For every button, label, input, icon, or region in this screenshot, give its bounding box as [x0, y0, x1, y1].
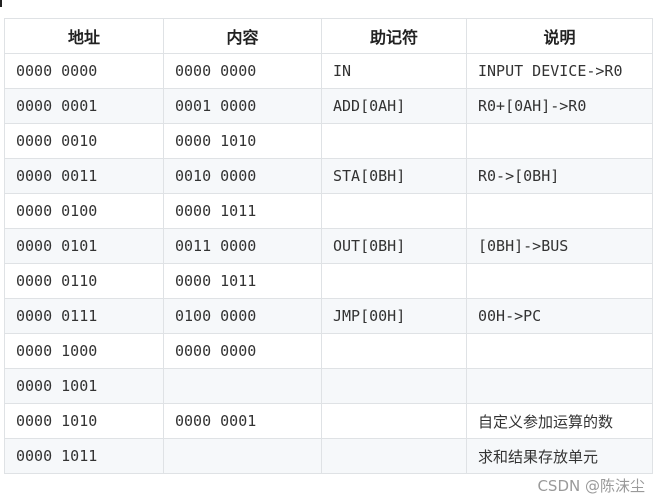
content-cell: 0000 0001	[163, 403, 322, 439]
csdn-watermark: CSDN @陈沫尘	[537, 477, 645, 495]
table-row: 0000 0001 0001 0000 ADD[0AH] R0+[0AH]->R…	[4, 88, 653, 124]
note-cell	[466, 368, 653, 404]
header-address: 地址	[4, 18, 164, 54]
header-note: 说明	[466, 18, 653, 54]
header-mnemonic: 助记符	[321, 18, 467, 54]
mnemonic-cell	[321, 333, 467, 369]
table-row: 0000 0011 0010 0000 STA[0BH] R0->[0BH]	[4, 158, 653, 194]
address-cell: 0000 0011	[4, 158, 164, 194]
address-cell: 0000 1011	[4, 438, 164, 474]
table-row: 0000 0000 0000 0000 IN INPUT DEVICE->R0	[4, 53, 653, 89]
note-cell: R0->[0BH]	[466, 158, 653, 194]
note-cell	[466, 263, 653, 299]
note-cell: INPUT DEVICE->R0	[466, 53, 653, 89]
table-row: 0000 0111 0100 0000 JMP[00H] 00H->PC	[4, 298, 653, 334]
address-cell: 0000 1001	[4, 368, 164, 404]
mnemonic-cell: STA[0BH]	[321, 158, 467, 194]
mnemonic-cell	[321, 368, 467, 404]
note-cell: R0+[0AH]->R0	[466, 88, 653, 124]
content-cell: 0000 1010	[163, 123, 322, 159]
content-cell: 0000 0000	[163, 53, 322, 89]
content-cell: 0011 0000	[163, 228, 322, 264]
table-row: 0000 1011 求和结果存放单元	[4, 438, 653, 474]
content-cell	[163, 368, 322, 404]
note-cell: [0BH]->BUS	[466, 228, 653, 264]
mnemonic-cell: ADD[0AH]	[321, 88, 467, 124]
table-row: 0000 0101 0011 0000 OUT[0BH] [0BH]->BUS	[4, 228, 653, 264]
table-row: 0000 1001	[4, 368, 653, 404]
content-cell: 0000 1011	[163, 263, 322, 299]
content-cell: 0000 0000	[163, 333, 322, 369]
address-cell: 0000 0101	[4, 228, 164, 264]
program-table: 地址 内容 助记符 说明 0000 0000 0000 0000 IN INPU…	[4, 18, 653, 474]
mnemonic-cell: JMP[00H]	[321, 298, 467, 334]
mnemonic-cell: IN	[321, 53, 467, 89]
top-edge-mark	[0, 0, 2, 7]
address-cell: 0000 0010	[4, 123, 164, 159]
header-row: 地址 内容 助记符 说明	[4, 18, 653, 54]
header-content: 内容	[163, 18, 322, 54]
table-row: 0000 1010 0000 0001 自定义参加运算的数	[4, 403, 653, 439]
note-cell: 00H->PC	[466, 298, 653, 334]
content-cell	[163, 438, 322, 474]
content-cell: 0001 0000	[163, 88, 322, 124]
table-row: 0000 0110 0000 1011	[4, 263, 653, 299]
note-cell	[466, 333, 653, 369]
note-cell: 求和结果存放单元	[466, 438, 653, 474]
mnemonic-cell: OUT[0BH]	[321, 228, 467, 264]
address-cell: 0000 0110	[4, 263, 164, 299]
table-row: 0000 0010 0000 1010	[4, 123, 653, 159]
address-cell: 0000 0001	[4, 88, 164, 124]
content-cell: 0010 0000	[163, 158, 322, 194]
address-cell: 0000 0000	[4, 53, 164, 89]
address-cell: 0000 0111	[4, 298, 164, 334]
mnemonic-cell	[321, 438, 467, 474]
table-row: 0000 1000 0000 0000	[4, 333, 653, 369]
mnemonic-cell	[321, 193, 467, 229]
table-row: 0000 0100 0000 1011	[4, 193, 653, 229]
table-header: 地址 内容 助记符 说明	[4, 18, 653, 54]
mnemonic-cell	[321, 123, 467, 159]
note-cell: 自定义参加运算的数	[466, 403, 653, 439]
content-cell: 0100 0000	[163, 298, 322, 334]
address-cell: 0000 1010	[4, 403, 164, 439]
mnemonic-cell	[321, 263, 467, 299]
table-body: 0000 0000 0000 0000 IN INPUT DEVICE->R0 …	[4, 53, 653, 474]
address-cell: 0000 0100	[4, 193, 164, 229]
content-cell: 0000 1011	[163, 193, 322, 229]
mnemonic-cell	[321, 403, 467, 439]
note-cell	[466, 193, 653, 229]
note-cell	[466, 123, 653, 159]
address-cell: 0000 1000	[4, 333, 164, 369]
